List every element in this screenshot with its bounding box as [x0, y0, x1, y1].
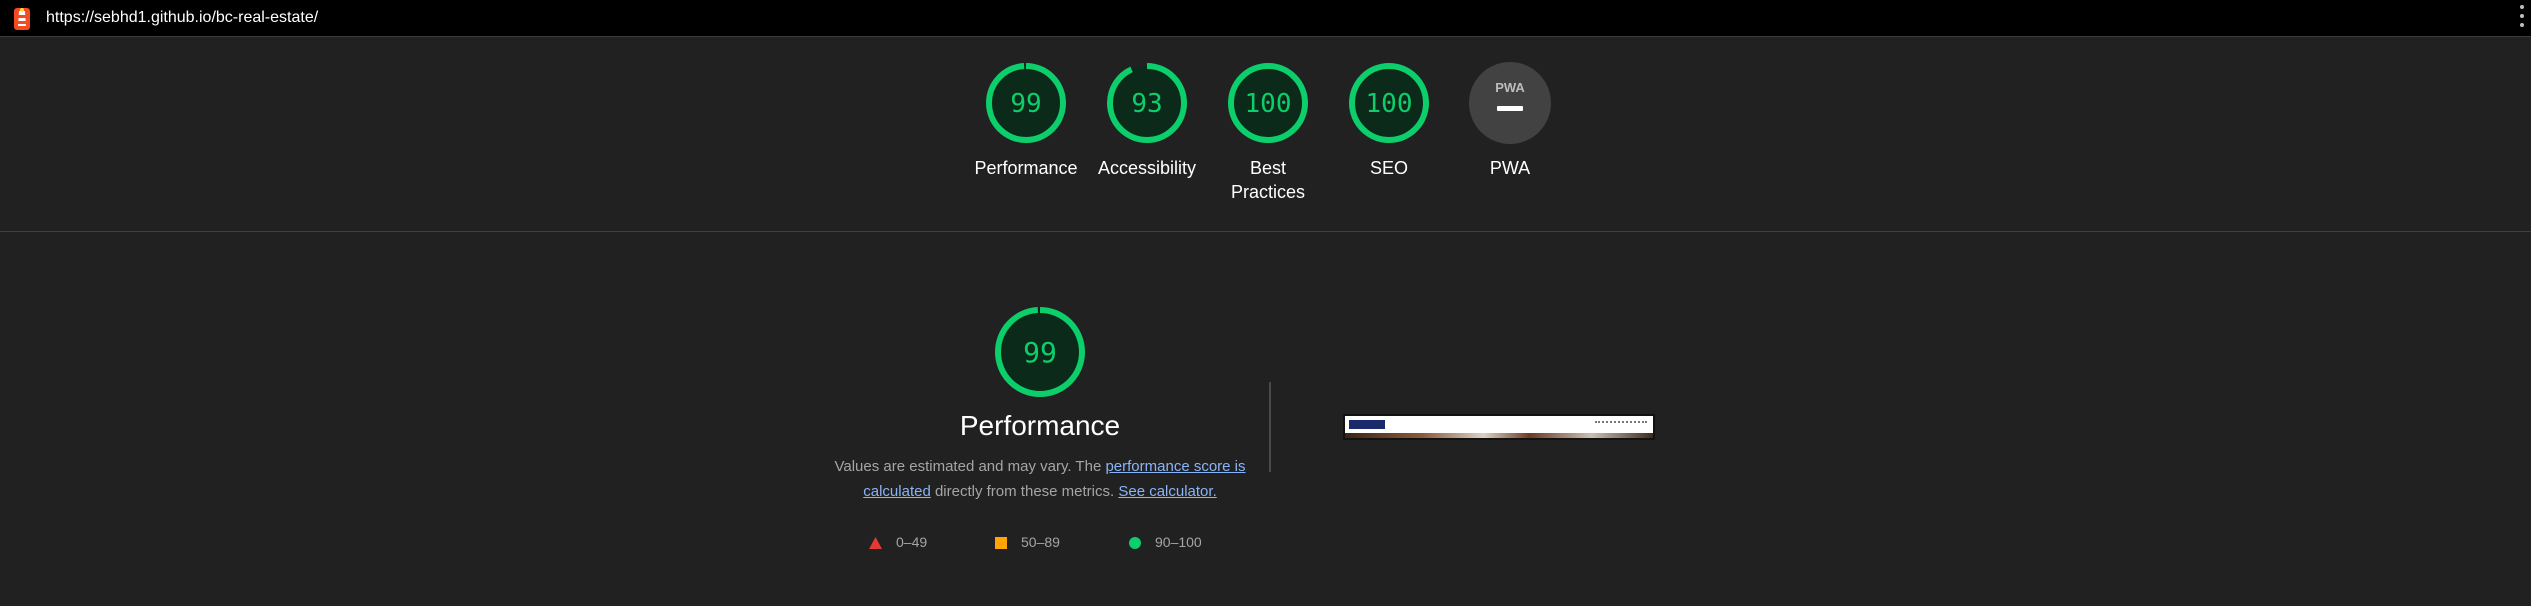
- gauge-label-line2: Practices: [1230, 182, 1306, 202]
- gauge-score: 100: [1245, 89, 1292, 119]
- performance-description: Values are estimated and may vary. The p…: [820, 454, 1260, 504]
- lighthouse-icon: [14, 8, 30, 30]
- category-gauges: 99 Performance 93 Accessibility 100 Best…: [0, 37, 2531, 232]
- score-ring: 100: [1349, 63, 1429, 143]
- final-screenshot-thumbnail[interactable]: [1343, 414, 1655, 440]
- gauge-seo[interactable]: 100 SEO: [1329, 62, 1449, 180]
- thumbnail-hero-image: [1345, 433, 1653, 438]
- performance-title: Performance: [959, 410, 1121, 441]
- gauge-pwa[interactable]: PWA PWA: [1450, 62, 1570, 180]
- gauge-label-line1: Best: [1249, 158, 1287, 178]
- score-ring: 93: [1107, 63, 1187, 143]
- url-text[interactable]: https://sebhd1.github.io/bc-real-estate/: [46, 9, 318, 27]
- more-options-icon[interactable]: [2517, 5, 2527, 33]
- gauge-accessibility[interactable]: 93 Accessibility: [1087, 62, 1207, 180]
- circle-icon: [1129, 537, 1141, 550]
- gauge-best-practices[interactable]: 100 Best Practices: [1208, 62, 1328, 204]
- gauge-score: 93: [1131, 89, 1162, 119]
- pwa-badge-icon: PWA: [1469, 62, 1551, 144]
- desc-text: Values are estimated and may vary. The: [834, 458, 1106, 475]
- legend-pass: 90–100: [1129, 534, 1202, 550]
- vertical-divider: [1269, 382, 1271, 472]
- gauge-label: SEO: [1369, 158, 1408, 178]
- performance-summary: 99 Performance Values are estimated and …: [820, 306, 1260, 504]
- gauge-label: Best Practices: [1208, 156, 1328, 204]
- desc-text: directly from these metrics.: [930, 483, 1119, 500]
- gauge-score: 99: [1010, 89, 1041, 119]
- performance-score: 99: [1023, 336, 1057, 369]
- gauge-score: 100: [1366, 89, 1413, 119]
- dash-icon: [1497, 106, 1523, 111]
- legend-range: 50–89: [1021, 534, 1060, 550]
- score-ring: 100: [1228, 63, 1308, 143]
- score-ring: 99: [986, 63, 1066, 143]
- triangle-icon: [869, 537, 882, 550]
- gauge-performance[interactable]: 99 Performance: [966, 62, 1086, 180]
- legend-fail: 0–49: [869, 534, 927, 550]
- gauge-label: Performance: [974, 158, 1078, 178]
- gauge-label: Accessibility: [1097, 158, 1197, 178]
- performance-score-ring: 99: [995, 307, 1085, 397]
- thumbnail-nav: [1349, 420, 1385, 429]
- section-divider: [0, 231, 2531, 232]
- address-bar: https://sebhd1.github.io/bc-real-estate/: [0, 0, 2531, 37]
- pwa-badge-text: PWA: [1495, 80, 1525, 95]
- see-calculator-link[interactable]: See calculator.: [1118, 483, 1216, 500]
- square-icon: [995, 537, 1007, 550]
- gauge-label: PWA: [1489, 158, 1531, 178]
- legend-average: 50–89: [995, 534, 1060, 550]
- legend-range: 90–100: [1155, 534, 1202, 550]
- thumbnail-links: [1595, 421, 1647, 427]
- legend-range: 0–49: [896, 534, 928, 550]
